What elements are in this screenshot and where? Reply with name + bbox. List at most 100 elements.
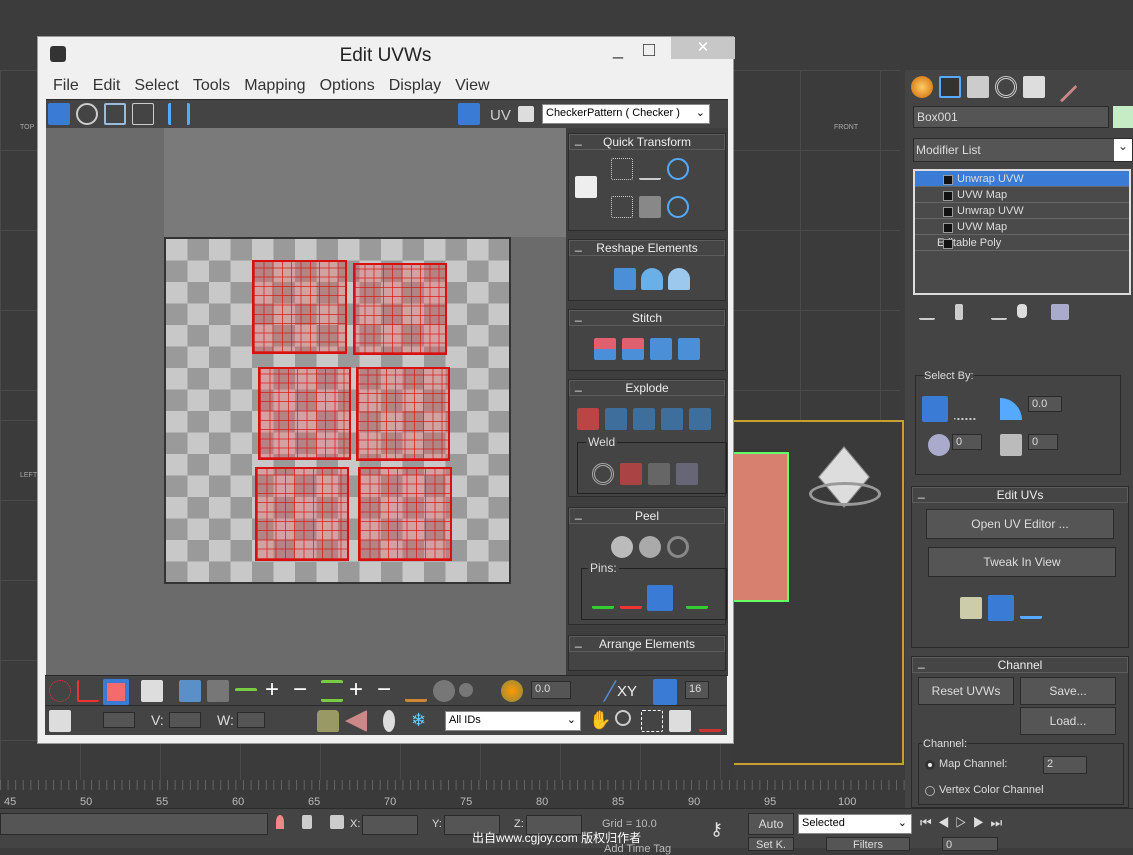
stitch-average-icon[interactable] — [622, 338, 644, 360]
quick-peel-icon[interactable] — [611, 536, 633, 558]
uv-island[interactable] — [358, 467, 452, 561]
reset-peel-icon[interactable] — [667, 536, 689, 558]
stitch-to-source-icon[interactable] — [650, 338, 672, 360]
object-color-swatch[interactable] — [1113, 106, 1133, 128]
minimize-button[interactable]: _ — [613, 39, 623, 60]
v-input[interactable] — [169, 712, 201, 728]
menu-edit[interactable]: Edit — [86, 73, 128, 99]
stitch-custom-icon[interactable] — [678, 338, 700, 360]
u-input[interactable] — [103, 712, 135, 728]
flatten-custom-icon[interactable] — [689, 408, 711, 430]
motion-tab-icon[interactable] — [995, 76, 1017, 98]
playback-controls[interactable]: ⏮◀▷▶⏭ — [920, 815, 1008, 831]
menu-view[interactable]: View — [448, 73, 496, 99]
relax-until-flat-icon[interactable] — [641, 268, 663, 290]
point-to-point-icon[interactable] — [954, 398, 976, 420]
menu-select[interactable]: Select — [127, 73, 185, 99]
stitch-to-target-icon[interactable] — [594, 338, 616, 360]
key-filter-dropdown[interactable]: Selected ⌄ — [798, 814, 912, 834]
load-button[interactable]: Load... — [1020, 707, 1116, 735]
falloff-type-icon[interactable] — [582, 680, 618, 702]
stack-item-uvw-map[interactable]: UVW Map — [915, 187, 1129, 203]
grid-snap-icon[interactable] — [653, 679, 677, 705]
add-time-tag[interactable]: Add Time Tag — [604, 843, 671, 855]
vertex-mode-icon[interactable] — [49, 680, 71, 702]
viewport-label-top[interactable]: TOP — [20, 124, 34, 131]
break-icon[interactable] — [577, 408, 599, 430]
soft-selection-falloff-input[interactable]: 0.0 — [531, 681, 571, 699]
create-tab-icon[interactable] — [911, 76, 933, 98]
filters-button[interactable]: Filters — [826, 837, 910, 851]
x-coordinate-input[interactable] — [362, 815, 418, 835]
grid-size-input[interactable]: 16 — [685, 681, 709, 699]
ring-plus-icon[interactable]: + — [265, 678, 287, 702]
map-channel-radio[interactable] — [925, 760, 935, 770]
loop-minus-icon[interactable]: − — [377, 678, 399, 702]
pin-icon[interactable] — [592, 587, 614, 609]
select-by-material-icon[interactable] — [928, 434, 950, 456]
lock-icon[interactable] — [317, 710, 339, 732]
modifier-list-dropdown[interactable]: Modifier List ⌄ — [913, 138, 1133, 162]
close-button[interactable]: ✕ — [671, 37, 735, 59]
rollout-header[interactable]: Channel — [912, 655, 1128, 673]
rollout-header[interactable]: Quick Transform — [569, 132, 725, 150]
flatten-by-polygon-angle-icon[interactable] — [605, 408, 627, 430]
transform-center-icon[interactable] — [49, 710, 71, 732]
menu-options[interactable]: Options — [313, 73, 382, 99]
peel-mode-icon[interactable] — [639, 536, 661, 558]
material-id-input[interactable]: 0 — [952, 434, 982, 450]
hierarchy-tab-icon[interactable] — [967, 76, 989, 98]
menu-display[interactable]: Display — [382, 73, 448, 99]
show-icon[interactable] — [383, 710, 395, 732]
snap-icon[interactable] — [699, 710, 721, 732]
align-icon[interactable] — [1020, 597, 1042, 619]
w-input[interactable] — [237, 712, 265, 728]
maximize-button[interactable]: □ — [643, 39, 655, 62]
tweak-mode-icon[interactable] — [988, 595, 1014, 621]
utilities-tab-icon[interactable] — [1046, 71, 1078, 103]
vertex-color-radio[interactable] — [925, 786, 935, 796]
shrink-brush-icon[interactable] — [459, 683, 473, 697]
uv-island[interactable] — [255, 467, 349, 561]
weld-threshold-icon[interactable] — [648, 463, 670, 485]
uv-island[interactable] — [356, 367, 450, 461]
grow-selection-icon[interactable] — [179, 680, 201, 702]
loop-grow-icon[interactable] — [321, 680, 343, 702]
uv-island[interactable] — [353, 263, 447, 355]
polygon-mode-icon[interactable] — [103, 679, 129, 705]
rotate-cw-icon[interactable] — [667, 158, 689, 180]
viewport-label-front[interactable]: FRONT — [834, 124, 858, 131]
mirror-icon[interactable] — [168, 103, 190, 125]
auto-pin-icon[interactable] — [647, 585, 673, 611]
object-name-input[interactable]: Box001 — [913, 106, 1109, 128]
map-channel-input[interactable]: 2 — [1043, 756, 1087, 774]
align-vertical-icon[interactable] — [611, 196, 633, 218]
soft-selection-icon[interactable] — [501, 680, 523, 702]
configure-sets-icon[interactable] — [1051, 304, 1069, 320]
weld-selected-icon[interactable] — [620, 463, 642, 485]
stack-item-editable-poly[interactable]: Editable Poly — [915, 235, 1129, 251]
select-pins-icon[interactable] — [686, 587, 708, 609]
hide-icon[interactable] — [345, 710, 367, 732]
rotate-ccw-icon[interactable] — [667, 196, 689, 218]
box-object[interactable] — [734, 452, 789, 602]
rollout-header[interactable]: Stitch — [569, 308, 725, 326]
id-filter-dropdown[interactable]: All IDs ⌄ — [445, 711, 581, 731]
key-icon[interactable]: ⚷ — [710, 819, 732, 841]
relax-icon[interactable] — [668, 268, 690, 290]
move-icon[interactable] — [48, 103, 70, 125]
unpin-icon[interactable] — [620, 587, 642, 609]
pan-icon[interactable]: ✋ — [589, 710, 611, 732]
rollout-header[interactable]: Arrange Elements — [569, 634, 725, 652]
weld-target-icon[interactable] — [592, 463, 614, 485]
uv-island[interactable] — [252, 260, 347, 354]
viewport-perspective[interactable] — [734, 420, 904, 765]
zoom-region-icon[interactable] — [641, 710, 663, 732]
stack-item-unwrap-uvw[interactable]: Unwrap UVW — [915, 203, 1129, 219]
rollout-header[interactable]: Peel — [569, 506, 725, 524]
rollout-header[interactable]: Edit UVs — [912, 485, 1128, 503]
modify-tab-icon[interactable] — [939, 76, 961, 98]
quick-planar-icon[interactable] — [960, 597, 982, 619]
texture-dropdown[interactable]: CheckerPattern ( Checker ) ⌄ — [542, 104, 710, 124]
save-button[interactable]: Save... — [1020, 677, 1116, 705]
